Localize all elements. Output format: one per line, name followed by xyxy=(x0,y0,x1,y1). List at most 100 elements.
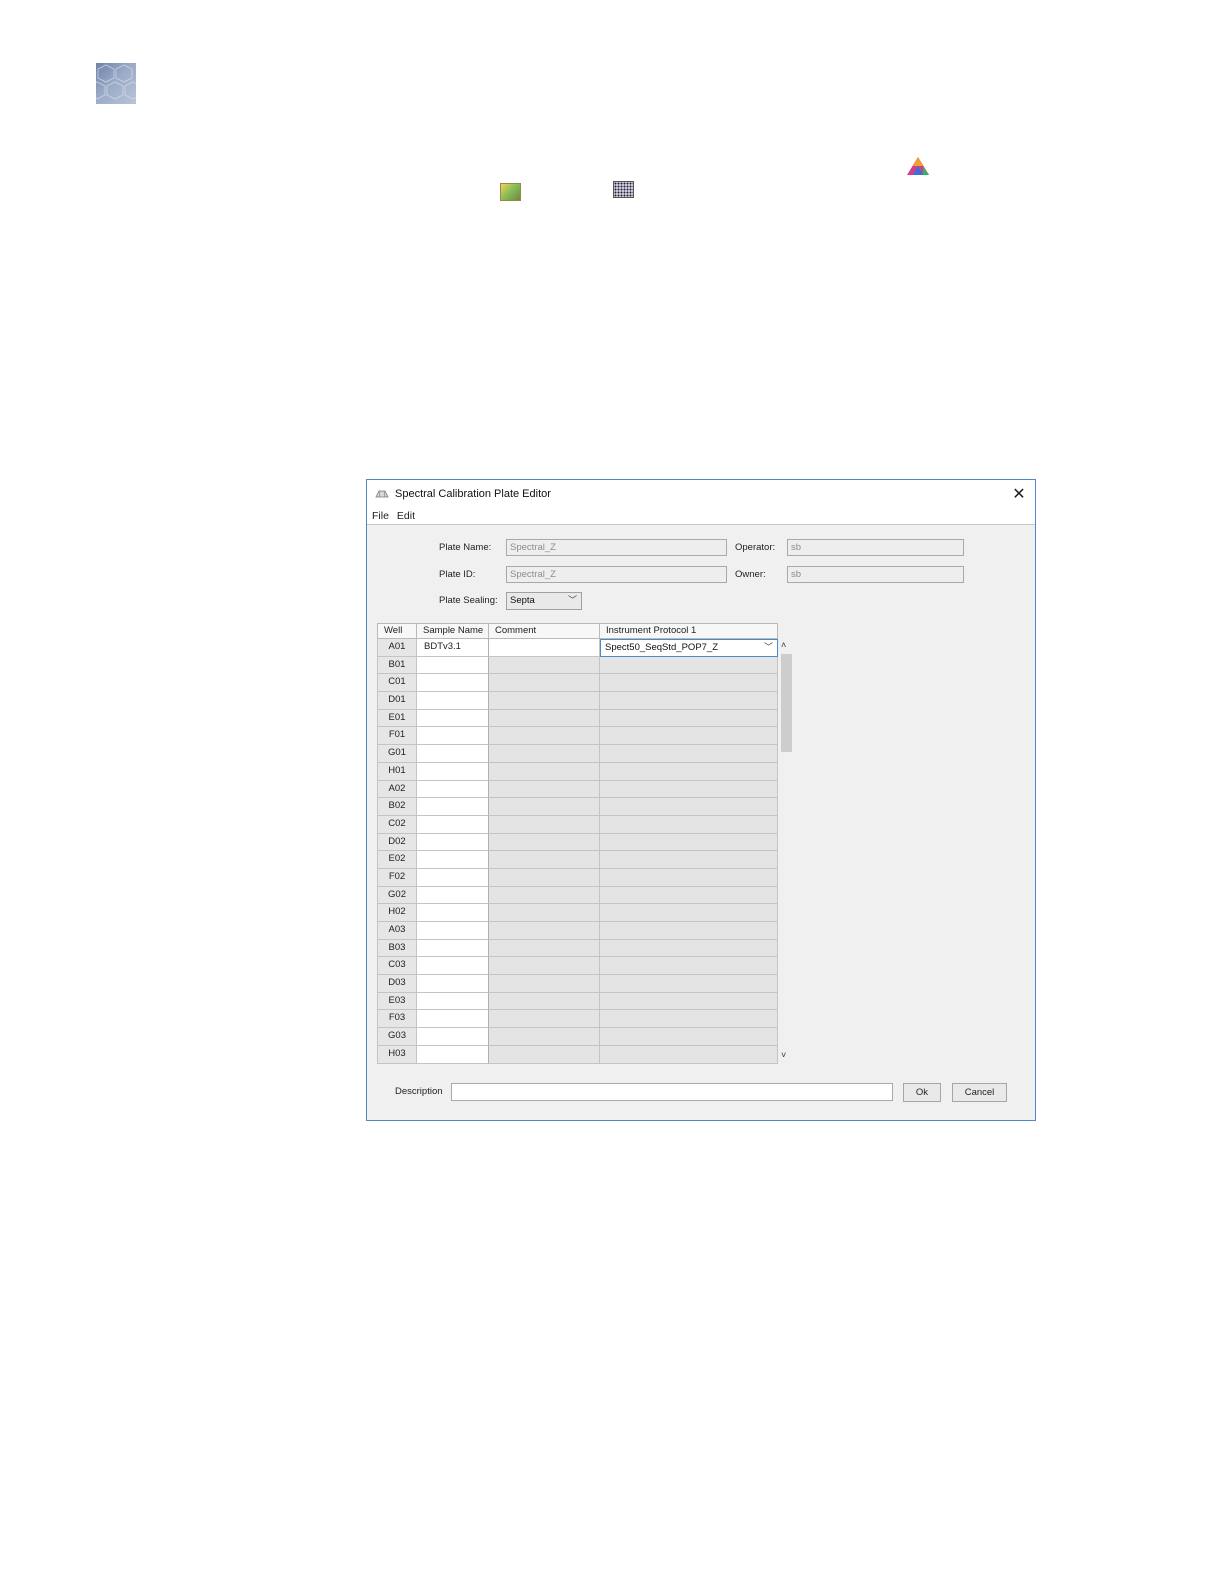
instrument-protocol-cell[interactable]: Spect50_SeqStd_POP7_Z ﹀ xyxy=(600,639,778,657)
sample-name-cell[interactable] xyxy=(417,1045,489,1064)
table-row[interactable]: A03 xyxy=(377,922,778,940)
table-row[interactable]: G02 xyxy=(377,886,778,905)
table-row[interactable]: D03 xyxy=(377,975,778,993)
instrument-protocol-cell[interactable] xyxy=(600,762,778,781)
instrument-protocol-cell[interactable] xyxy=(600,833,778,852)
sample-name-cell[interactable]: BDTv3.1 xyxy=(417,639,489,657)
comment-cell[interactable] xyxy=(489,851,600,869)
sample-name-cell[interactable] xyxy=(417,656,489,675)
comment-cell[interactable] xyxy=(489,1045,600,1064)
comment-cell[interactable] xyxy=(489,727,600,746)
column-header-sample-name[interactable]: Sample Name xyxy=(417,623,489,639)
table-row[interactable]: E03 xyxy=(377,992,778,1011)
instrument-protocol-cell[interactable] xyxy=(600,709,778,728)
table-row[interactable]: C01 xyxy=(377,674,778,693)
chevron-down-icon[interactable]: ﹀ xyxy=(764,640,773,655)
sample-name-cell[interactable] xyxy=(417,992,489,1011)
sample-name-cell[interactable] xyxy=(417,798,489,816)
comment-cell[interactable] xyxy=(489,904,600,922)
comment-cell[interactable] xyxy=(489,1010,600,1029)
instrument-protocol-cell[interactable] xyxy=(600,727,778,746)
table-row[interactable]: D01 xyxy=(377,692,778,710)
sample-name-cell[interactable] xyxy=(417,692,489,710)
menu-edit[interactable]: Edit xyxy=(393,510,419,522)
ok-button[interactable]: Ok xyxy=(903,1083,941,1102)
sample-name-cell[interactable] xyxy=(417,674,489,693)
column-header-instrument-protocol[interactable]: Instrument Protocol 1 xyxy=(600,623,778,639)
comment-cell[interactable] xyxy=(489,762,600,781)
scroll-up-icon[interactable]: ˄ xyxy=(781,640,786,650)
comment-cell[interactable] xyxy=(489,868,600,887)
table-row[interactable]: D02 xyxy=(377,833,778,852)
sample-name-cell[interactable] xyxy=(417,922,489,940)
instrument-protocol-cell[interactable] xyxy=(600,851,778,869)
instrument-protocol-cell[interactable] xyxy=(600,745,778,763)
table-row[interactable]: C02 xyxy=(377,815,778,834)
comment-cell[interactable] xyxy=(489,798,600,816)
instrument-protocol-cell[interactable] xyxy=(600,780,778,799)
table-row[interactable]: G01 xyxy=(377,745,778,763)
table-row[interactable]: F01 xyxy=(377,727,778,746)
column-header-well[interactable]: Well xyxy=(377,623,417,639)
table-row[interactable]: E02 xyxy=(377,851,778,869)
comment-cell[interactable] xyxy=(489,674,600,693)
scrollbar-thumb[interactable] xyxy=(781,654,792,752)
comment-cell[interactable] xyxy=(489,939,600,958)
table-scrollbar[interactable]: ˄ ˅ xyxy=(779,640,793,1065)
sample-name-cell[interactable] xyxy=(417,745,489,763)
sample-name-cell[interactable] xyxy=(417,975,489,993)
comment-cell[interactable] xyxy=(489,992,600,1011)
cancel-button[interactable]: Cancel xyxy=(952,1083,1007,1102)
comment-cell[interactable] xyxy=(489,833,600,852)
instrument-protocol-cell[interactable] xyxy=(600,1028,778,1046)
comment-cell[interactable] xyxy=(489,745,600,763)
instrument-protocol-cell[interactable] xyxy=(600,975,778,993)
plate-id-field[interactable]: Spectral_Z xyxy=(506,566,727,583)
sample-name-cell[interactable] xyxy=(417,780,489,799)
instrument-protocol-cell[interactable] xyxy=(600,1010,778,1029)
owner-field[interactable]: sb xyxy=(787,566,964,583)
comment-cell[interactable] xyxy=(489,780,600,799)
table-row[interactable]: B01 xyxy=(377,656,778,675)
sample-name-cell[interactable] xyxy=(417,851,489,869)
instrument-protocol-cell[interactable] xyxy=(600,957,778,976)
sample-name-cell[interactable] xyxy=(417,815,489,834)
menu-file[interactable]: File xyxy=(367,510,393,522)
operator-field[interactable]: sb xyxy=(787,539,964,556)
sample-name-cell[interactable] xyxy=(417,868,489,887)
sample-name-cell[interactable] xyxy=(417,1028,489,1046)
comment-cell[interactable] xyxy=(489,639,600,657)
instrument-protocol-cell[interactable] xyxy=(600,798,778,816)
instrument-protocol-cell[interactable] xyxy=(600,886,778,905)
comment-cell[interactable] xyxy=(489,957,600,976)
instrument-protocol-cell[interactable] xyxy=(600,922,778,940)
instrument-protocol-cell[interactable] xyxy=(600,904,778,922)
comment-cell[interactable] xyxy=(489,656,600,675)
description-input[interactable] xyxy=(451,1083,893,1101)
comment-cell[interactable] xyxy=(489,922,600,940)
instrument-protocol-cell[interactable] xyxy=(600,868,778,887)
plate-name-field[interactable]: Spectral_Z xyxy=(506,539,727,556)
table-row[interactable]: F03 xyxy=(377,1010,778,1029)
table-row[interactable]: F02 xyxy=(377,868,778,887)
instrument-protocol-cell[interactable] xyxy=(600,692,778,710)
sample-name-cell[interactable] xyxy=(417,833,489,852)
table-row[interactable]: A02 xyxy=(377,780,778,799)
sample-name-cell[interactable] xyxy=(417,886,489,905)
sample-name-cell[interactable] xyxy=(417,727,489,746)
sample-name-cell[interactable] xyxy=(417,957,489,976)
comment-cell[interactable] xyxy=(489,1028,600,1046)
close-button[interactable]: ✕ xyxy=(1009,484,1029,504)
sample-name-cell[interactable] xyxy=(417,709,489,728)
comment-cell[interactable] xyxy=(489,975,600,993)
instrument-protocol-cell[interactable] xyxy=(600,992,778,1011)
sample-name-cell[interactable] xyxy=(417,939,489,958)
table-row[interactable]: H01 xyxy=(377,762,778,781)
instrument-protocol-cell[interactable] xyxy=(600,1045,778,1064)
sample-name-cell[interactable] xyxy=(417,1010,489,1029)
instrument-protocol-cell[interactable] xyxy=(600,656,778,675)
table-row[interactable]: H02 xyxy=(377,904,778,922)
instrument-protocol-cell[interactable] xyxy=(600,939,778,958)
table-row[interactable]: B03 xyxy=(377,939,778,958)
table-row[interactable]: H03 xyxy=(377,1045,778,1064)
